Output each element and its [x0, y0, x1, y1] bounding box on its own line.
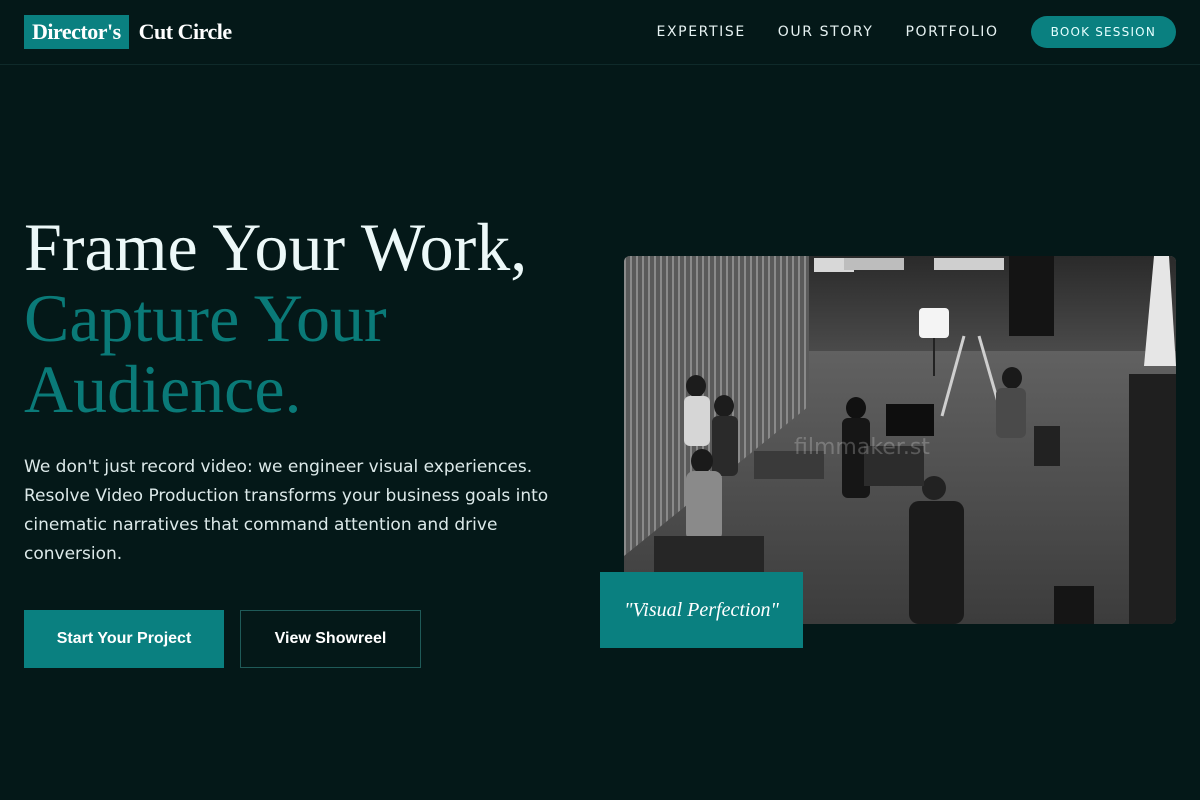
hero-title-line-2: Capture Your: [24, 280, 387, 356]
hero-title: Frame Your Work, Capture Your Audience.: [24, 212, 594, 425]
nav-link-our-story[interactable]: OUR STORY: [778, 24, 874, 40]
nav-link-portfolio[interactable]: PORTFOLIO: [905, 24, 998, 40]
site-header: Director's Cut Circle EXPERTISE OUR STOR…: [0, 0, 1200, 65]
start-project-button[interactable]: Start Your Project: [24, 610, 224, 668]
hero-description: We don't just record video: we engineer …: [24, 457, 549, 564]
book-session-button[interactable]: BOOK SESSION: [1030, 16, 1176, 48]
film-set-photo: filmmaker.st: [624, 256, 1176, 624]
main-nav: EXPERTISE OUR STORY PORTFOLIO BOOK SESSI…: [625, 16, 1176, 48]
logo-badge: Director's: [24, 15, 129, 49]
visual-perfection-badge: "Visual Perfection": [600, 572, 803, 648]
hero-title-line-1: Frame Your Work,: [24, 209, 528, 285]
view-showreel-button[interactable]: View Showreel: [240, 610, 421, 668]
brand-logo[interactable]: Director's Cut Circle: [24, 15, 232, 49]
nav-link-expertise[interactable]: EXPERTISE: [657, 24, 746, 40]
image-watermark: filmmaker.st: [794, 435, 930, 460]
logo-text: Cut Circle: [138, 19, 232, 44]
film-set-illustration: filmmaker.st: [624, 256, 1176, 624]
hero-title-line-3: Audience.: [24, 351, 302, 427]
